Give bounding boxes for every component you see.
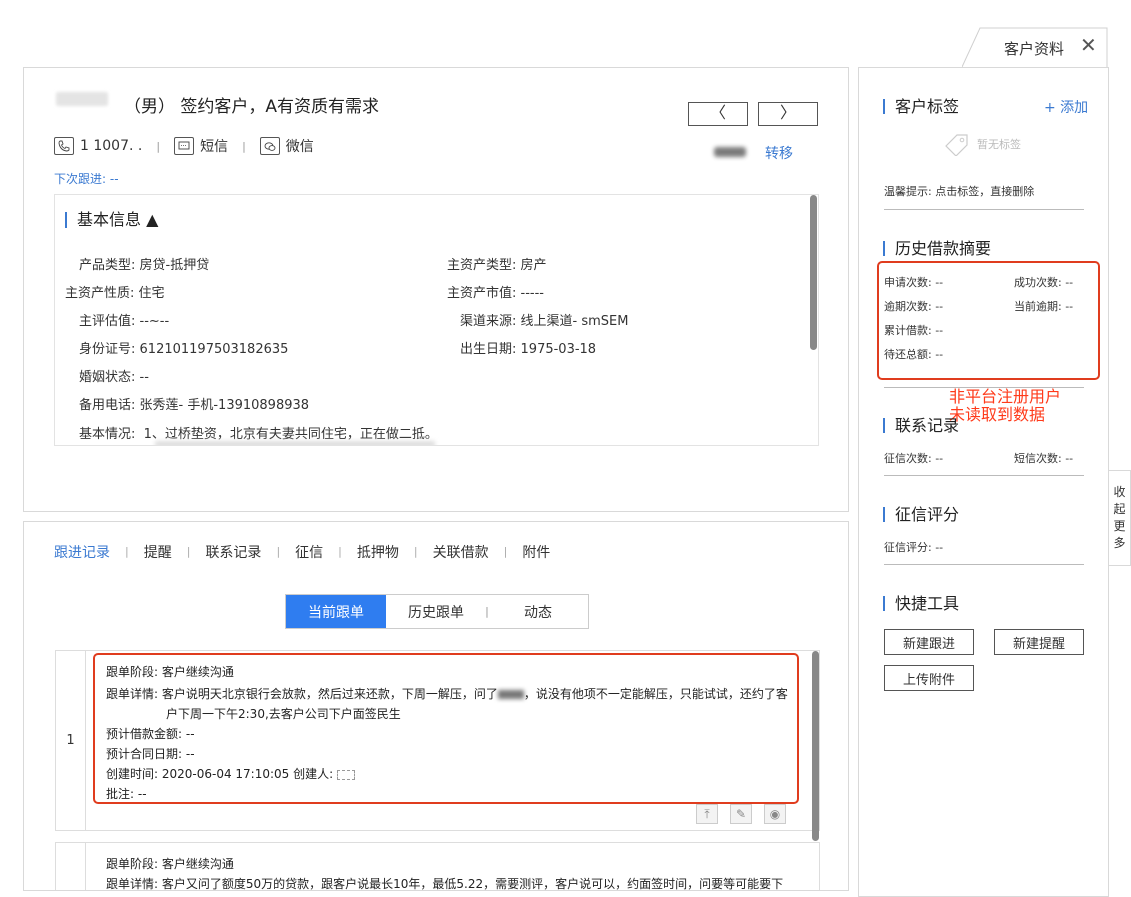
tab-collateral[interactable]: 抵押物 [357, 542, 399, 562]
info-backup-phone: 备用电话: 张秀莲- 手机-13910898938 [79, 398, 310, 413]
new-follow-button[interactable]: 新建跟进 [884, 629, 974, 655]
info-basic-situation: 基本情况: 1、过桥垫资，北京有夫妻共同住宅，正在做二抵。 [79, 427, 438, 442]
info-hidden-line [155, 441, 435, 445]
credit-score: 征信评分: -- [884, 541, 944, 554]
record-index: 1 [56, 651, 86, 830]
divider: | [156, 139, 161, 153]
basic-info-title[interactable]: 基本信息 ▲ [65, 212, 158, 228]
tags-title: 客户标签 [883, 99, 959, 115]
record-remark: 批注: -- [106, 787, 147, 801]
follow-segment-control: 当前跟单 历史跟单 | 动态 [285, 594, 589, 629]
tab-reminders[interactable]: 提醒 [144, 542, 172, 562]
customer-profile-tab[interactable]: 客户资料 ✕ [962, 27, 1108, 68]
new-remind-button[interactable]: 新建提醒 [994, 629, 1084, 655]
info-appraisal: 主评估值: --~-- [79, 314, 170, 329]
tag-icon [945, 134, 968, 156]
tools-title: 快捷工具 [883, 596, 959, 612]
basic-info-box: 基本信息 ▲ 产品类型: 房贷-抵押贷 主资产类型: 房产 主资产性质: 住宅 … [54, 194, 819, 446]
info-id-number: 身份证号: 612101197503182635 [79, 342, 289, 357]
annotation-text: 非平台注册用户 未读取到数据 [949, 387, 1062, 424]
divider: | [242, 139, 246, 153]
close-icon[interactable]: ✕ [1080, 33, 1097, 57]
info-marital: 婚姻状态: -- [79, 370, 149, 385]
info-product-type: 产品类型: 房贷-抵押贷 [79, 258, 210, 273]
wechat-link[interactable]: 微信 [286, 136, 314, 156]
tab-follow-records[interactable]: 跟进记录 [54, 542, 110, 562]
contact-title: 联系记录 [883, 418, 959, 434]
segment-history[interactable]: 历史跟单 [386, 595, 486, 628]
info-birth-date: 出生日期: 1975-03-18 [460, 342, 597, 357]
record-created: 创建时间: 2020-06-04 17:10:05 创建人: [106, 765, 356, 782]
pin-top-icon[interactable]: ⤒ [696, 804, 718, 824]
sms-count: 短信次数: -- [1014, 452, 1074, 465]
upload-attachment-button[interactable]: 上传附件 [884, 665, 974, 691]
info-scrollbar[interactable] [810, 195, 817, 350]
segment-activity[interactable]: 动态 [488, 595, 588, 628]
next-follow-link[interactable]: 下次跟进: -- [54, 170, 119, 187]
customer-title: （男） 签约客户，A有资质有需求 [124, 97, 380, 117]
credit-count: 征信次数: -- [884, 452, 944, 465]
total-loan: 累计借款: -- [884, 324, 944, 337]
info-asset-nature: 主资产性质: 住宅 [65, 286, 165, 301]
next-customer-button[interactable]: 〉 [758, 102, 818, 126]
history-title: 历史借款摘要 [883, 241, 991, 257]
customer-sidebar: 客户标签 + 添加 暂无标签 温馨提示: 点击标签，直接删除 历史借款摘要 申请… [858, 67, 1109, 897]
customer-panel: （男） 签约客户，A有资质有需求 〈 〉 1 1007. . | 短信 | 微信… [23, 67, 849, 512]
record-contract-date: 预计合同日期: -- [106, 747, 195, 761]
apply-count: 申请次数: -- [884, 276, 944, 289]
records-scrollbar[interactable] [812, 651, 819, 841]
follow-up-panel: 跟进记录 | 提醒 | 联系记录 | 征信 | 抵押物 | 关联借款 | 附件 … [23, 521, 849, 891]
record-detail: 跟单详情: 客户说明天北京银行会放款，然后过来还款，下周一解压，问了 ，说没有他项… [106, 687, 788, 701]
add-tag-button[interactable]: + 添加 [1044, 97, 1088, 117]
record-detail: 跟单详情: 客户又问了额度50万的贷款，跟客户说最长10年，最低5.22，需要测… [106, 877, 784, 891]
pending-total: 待还总额: -- [884, 348, 944, 361]
sms-icon[interactable] [174, 137, 195, 155]
phone-number[interactable]: 1 1007. . [80, 138, 142, 154]
tab-bar: 跟进记录 | 提醒 | 联系记录 | 征信 | 抵押物 | 关联借款 | 附件 [54, 542, 550, 562]
info-asset-type: 主资产类型: 房产 [447, 258, 547, 273]
prev-customer-button[interactable]: 〈 [688, 102, 748, 126]
score-title: 征信评分 [883, 507, 959, 523]
tab-related-loans[interactable]: 关联借款 [433, 542, 489, 562]
record-stage: 跟单阶段: 客户继续沟通 [106, 665, 234, 679]
customer-name-redacted [56, 92, 108, 106]
redacted-name [497, 690, 524, 699]
record-stage: 跟单阶段: 客户继续沟通 [106, 857, 234, 871]
tab-credit[interactable]: 征信 [295, 542, 323, 562]
follow-record: 跟单阶段: 客户继续沟通 跟单详情: 客户又问了额度50万的贷款，跟客户说最长1… [55, 842, 820, 891]
tag-tip: 温馨提示: 点击标签，直接删除 [884, 185, 1035, 198]
sms-link[interactable]: 短信 [200, 136, 228, 156]
collapse-more-tab[interactable]: 收 起 更 多 [1109, 470, 1131, 566]
phone-icon[interactable] [54, 137, 74, 155]
redacted-creator [337, 769, 356, 780]
overdue-count: 逾期次数: -- [884, 300, 944, 313]
tab-contact-records[interactable]: 联系记录 [205, 542, 261, 562]
tab-label: 客户资料 [1004, 40, 1065, 58]
current-overdue: 当前逾期: -- [1014, 300, 1074, 313]
info-channel: 渠道来源: 线上渠道- smSEM [460, 314, 629, 329]
tab-attachments[interactable]: 附件 [522, 542, 550, 562]
record-detail-cont: 户下周一下午2:30,去客户公司下户面签民生 [166, 707, 401, 721]
segment-current[interactable]: 当前跟单 [286, 595, 386, 628]
wechat-icon[interactable] [259, 137, 280, 155]
transfer-link[interactable]: 转移 [765, 143, 793, 163]
info-asset-value: 主资产市值: ----- [447, 286, 544, 301]
success-count: 成功次数: -- [1014, 276, 1074, 289]
edit-note-icon[interactable]: ✎ [730, 804, 752, 824]
eye-icon[interactable]: ◉ [764, 804, 786, 824]
follow-record: 1 跟单阶段: 客户继续沟通 跟单详情: 客户说明天北京银行会放款，然后过来还款… [55, 650, 820, 841]
owner-redacted [714, 147, 746, 157]
record-amount: 预计借款金额: -- [106, 727, 195, 741]
contact-row: 1 1007. . | 短信 | 微信 [54, 136, 314, 156]
no-tags: 暂无标签 [943, 132, 1021, 156]
